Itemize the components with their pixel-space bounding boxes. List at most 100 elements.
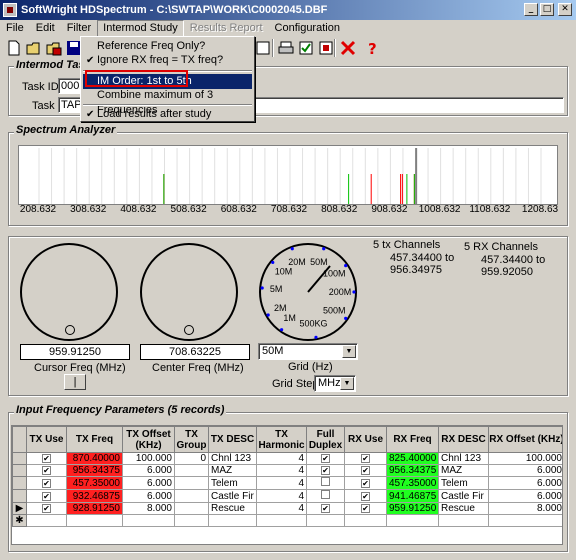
table-row[interactable]: ✱ [12,514,562,527]
col-full-duplex[interactable]: Full Duplex [306,426,345,453]
center-freq-field[interactable]: 708.63225 [140,344,250,360]
tx-use-cell[interactable]: ✔ [26,489,67,503]
grid-select[interactable]: 50M ▼ [258,343,358,360]
help-icon[interactable]: ? [362,38,382,58]
tx-group-cell[interactable] [174,502,209,515]
open-database-icon[interactable] [44,38,64,57]
checkbox[interactable]: ✔ [321,466,330,475]
maximize-button[interactable]: □ [540,3,554,16]
row-selector[interactable] [12,452,27,465]
col-rx-desc[interactable]: RX DESC [438,426,489,453]
full-duplex-cell[interactable] [306,476,345,490]
rx-offset-cell[interactable]: 100.000 [488,452,562,465]
rx-use-cell[interactable]: ✔ [344,452,387,465]
empty-cell[interactable] [438,514,489,527]
empty-cell[interactable] [344,514,387,527]
col-tx-group[interactable]: TX Group [174,426,209,453]
tx-desc-cell[interactable]: Castle Fir [208,489,257,503]
tx-group-cell[interactable] [174,464,209,477]
task-id-field[interactable]: 0002 [58,78,85,94]
checkbox[interactable]: ✔ [42,478,51,488]
open-folder-icon[interactable] [24,38,44,57]
checkbox[interactable]: ✔ [321,454,330,463]
rx-freq-cell[interactable]: 457.35000 [386,476,439,490]
checkbox[interactable] [321,477,330,486]
grid-step-select[interactable]: MHz ▼ [314,375,356,392]
checkbox[interactable]: ✔ [361,454,370,463]
col-tx-offset[interactable]: TX Offset (KHz) [122,426,175,453]
rx-use-cell[interactable]: ✔ [344,489,387,503]
rx-offset-cell[interactable]: 6.000 [488,489,562,503]
table-row[interactable]: ▶ ✔ 928.91250 8.000 Rescue 4 ✔ ✔ 959.91250 Rescue… [12,502,562,515]
delete-icon[interactable] [338,38,358,57]
rx-use-cell[interactable]: ✔ [344,502,387,515]
table-row[interactable]: ✔ 956.34375 6.000 MAZ 4 ✔ ✔ 956.34375 MAZ 6.000 [12,464,562,477]
col-rx-freq[interactable]: RX Freq [386,426,439,453]
checkbox[interactable]: ✔ [321,504,330,513]
empty-cell[interactable] [66,514,123,527]
row-selector[interactable]: ▶ [12,502,27,515]
full-duplex-cell[interactable] [306,489,345,503]
rx-use-cell[interactable]: ✔ [344,464,387,477]
new-row-marker[interactable]: ✱ [12,514,27,527]
tx-harmonic-cell[interactable]: 4 [256,489,307,503]
checkbox[interactable]: ✔ [361,504,370,513]
menu-item-reference-freq-only[interactable]: Reference Freq Only? [83,39,252,54]
toolbar-button-7[interactable] [253,38,273,57]
rx-desc-cell[interactable]: Telem [438,476,489,490]
full-duplex-cell[interactable]: ✔ [306,502,345,515]
tx-offset-cell[interactable]: 6.000 [122,489,175,503]
col-tx-harmonic[interactable]: TX Harmonic [256,426,307,453]
col-tx-freq[interactable]: TX Freq [66,426,123,453]
spectrum-plot[interactable] [18,145,558,205]
cursor-freq-field[interactable]: 959.91250 [20,344,130,360]
table-row[interactable]: ✔ 457.35000 6.000 Telem 4 ✔ 457.35000 Telem 6.00… [12,476,562,490]
edit-check-icon[interactable] [296,38,316,57]
tx-harmonic-cell[interactable]: 4 [256,476,307,490]
rx-offset-cell[interactable]: 6.000 [488,464,562,477]
menu-item-load-results[interactable]: ✔ Load results after study [83,107,252,122]
tx-use-cell[interactable]: ✔ [26,502,67,515]
rx-freq-cell[interactable]: 959.91250 [386,502,439,515]
record-icon[interactable] [316,38,336,57]
tx-group-cell[interactable] [174,476,209,490]
tx-group-cell[interactable] [174,489,209,503]
checkbox[interactable] [321,490,330,499]
tx-offset-cell[interactable]: 6.000 [122,464,175,477]
checkbox[interactable]: ✔ [361,478,370,488]
tx-harmonic-cell[interactable]: 4 [256,452,307,465]
new-icon[interactable] [4,38,24,57]
empty-cell[interactable] [26,514,67,527]
tx-use-cell[interactable]: ✔ [26,476,67,490]
rx-freq-cell[interactable]: 956.34375 [386,464,439,477]
col-rx-use[interactable]: RX Use [344,426,387,453]
tx-desc-cell[interactable]: Chnl 123 [208,452,257,465]
empty-cell[interactable] [122,514,175,527]
rx-offset-cell[interactable]: 8.000 [488,502,562,515]
row-selector[interactable] [12,464,27,477]
table-row[interactable]: ✔ 932.46875 6.000 Castle Fir 4 ✔ 941.46875 Cast… [12,489,562,503]
table-row[interactable]: ✔ 870.40000 100.000 0 Chnl 123 4 ✔ ✔ 825.40000 Ch… [12,452,562,465]
rx-freq-cell[interactable]: 825.40000 [386,452,439,465]
checkbox[interactable]: ✔ [42,491,51,501]
tx-desc-cell[interactable]: Telem [208,476,257,490]
tx-use-cell[interactable]: ✔ [26,464,67,477]
tx-desc-cell[interactable]: Rescue [208,502,257,515]
tx-freq-cell[interactable]: 956.34375 [66,464,123,477]
tx-freq-cell[interactable]: 870.40000 [66,452,123,465]
checkbox[interactable]: ✔ [361,491,370,501]
checkbox[interactable]: ✔ [42,454,51,463]
tx-group-cell[interactable]: 0 [174,452,209,465]
tx-use-cell[interactable]: ✔ [26,452,67,465]
checkbox[interactable]: ✔ [361,466,370,475]
rx-desc-cell[interactable]: Castle Fir [438,489,489,503]
full-duplex-cell[interactable]: ✔ [306,452,345,465]
col-rx-offset[interactable]: RX Offset (KHz) [488,426,562,453]
rx-desc-cell[interactable]: Rescue [438,502,489,515]
minimize-button[interactable]: _ [524,3,538,16]
tx-freq-cell[interactable]: 932.46875 [66,489,123,503]
tx-harmonic-cell[interactable]: 4 [256,502,307,515]
row-selector[interactable] [12,476,27,490]
col-tx-desc[interactable]: TX DESC [208,426,257,453]
tx-offset-cell[interactable]: 100.000 [122,452,175,465]
